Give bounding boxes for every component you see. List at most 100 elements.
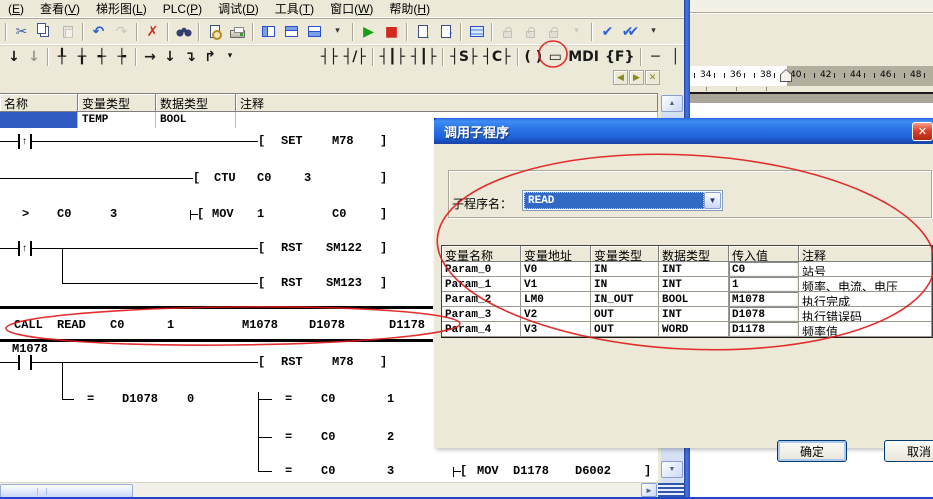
menu-item-0[interactable]: (E) bbox=[0, 1, 32, 17]
subroutine-name-combobox[interactable]: READ ▼ bbox=[522, 190, 723, 211]
param-value-cell[interactable]: M1078 bbox=[729, 292, 799, 307]
ok-button[interactable]: 确定 bbox=[777, 440, 847, 462]
param-value-cell[interactable]: D1178 bbox=[729, 322, 799, 337]
insert-col-left-button[interactable]: ┽ bbox=[92, 47, 112, 66]
ladder-text: C0 bbox=[110, 318, 124, 332]
mdi-close-button[interactable]: ✕ bbox=[645, 70, 660, 85]
ruler-tick bbox=[874, 73, 875, 78]
move-down-outline-button[interactable]: ↓ bbox=[24, 47, 44, 66]
wire-down-button[interactable]: ↓ bbox=[160, 47, 180, 66]
delete-button[interactable]: ✗ bbox=[141, 21, 164, 43]
contact-nc-button[interactable]: ┤/├ bbox=[341, 47, 369, 66]
horizontal-scrollbar[interactable] bbox=[0, 482, 658, 498]
scroll-down-button[interactable]: ▼ bbox=[661, 461, 683, 478]
param-table-cell: IN bbox=[591, 262, 659, 277]
mdi-next-button[interactable]: ▶ bbox=[629, 70, 644, 85]
param-value-cell[interactable]: C0 bbox=[729, 262, 799, 277]
window-more-button[interactable]: ▾ bbox=[326, 21, 349, 43]
ruler-tick bbox=[694, 73, 695, 78]
vline-button[interactable]: │ bbox=[665, 47, 685, 66]
wire-corner-button[interactable]: ↴ bbox=[180, 47, 200, 66]
menu-item-4[interactable]: 调试(D) bbox=[210, 0, 267, 18]
var-grid-header-3: 注释 bbox=[236, 94, 658, 112]
var-grid-cell[interactable]: BOOL bbox=[156, 112, 236, 129]
ladder-text: C0 bbox=[321, 392, 335, 406]
insert-row-below-button[interactable]: ╁ bbox=[72, 47, 92, 66]
contact-no-button[interactable]: ┤├ bbox=[318, 47, 341, 66]
instruction-box-button[interactable]: ▭ bbox=[545, 47, 565, 66]
contact-no-icon: ┤├ bbox=[321, 50, 338, 64]
next-icon: ▶ bbox=[633, 72, 640, 83]
toolbar-separator bbox=[640, 48, 642, 66]
download-button[interactable] bbox=[411, 21, 434, 43]
cancel-button[interactable]: 取消 bbox=[884, 440, 933, 462]
monitor-button[interactable] bbox=[465, 21, 488, 43]
move-down-button[interactable]: ↓ bbox=[4, 47, 24, 66]
wire-right-button[interactable]: → bbox=[140, 47, 160, 66]
copy-button[interactable] bbox=[33, 21, 56, 43]
ladder-text: ] bbox=[380, 171, 387, 185]
insert-col-right-button[interactable]: ┾ bbox=[112, 47, 132, 66]
print-preview-button[interactable] bbox=[203, 21, 226, 43]
param-value-cell[interactable]: 1 bbox=[729, 277, 799, 292]
scroll-right-button[interactable]: ► bbox=[641, 483, 657, 497]
scroll-up-button[interactable]: ▲ bbox=[661, 95, 683, 112]
ladder-text: D1078 bbox=[309, 318, 345, 332]
dialog-close-button[interactable]: ✕ bbox=[912, 122, 933, 141]
mdi-prev-button[interactable]: ◀ bbox=[613, 70, 628, 85]
var-grid-cell[interactable]: TEMP bbox=[78, 112, 156, 129]
verify-button[interactable]: ✔ bbox=[596, 21, 619, 43]
contact-pos-edge-button[interactable]: ┤┃├ bbox=[377, 47, 408, 66]
stop-button[interactable]: ■ bbox=[380, 21, 403, 43]
menu-item-5[interactable]: 工具(T) bbox=[267, 0, 322, 18]
ladder-text: [ bbox=[258, 355, 265, 369]
wire-more-button[interactable]: ▾ bbox=[220, 47, 240, 66]
menu-item-1[interactable]: 查看(V) bbox=[32, 0, 88, 18]
ladder-text: 1 bbox=[387, 392, 394, 406]
verify-more-button[interactable]: ▾ bbox=[642, 21, 665, 43]
hline-button[interactable]: ─ bbox=[645, 47, 665, 66]
set-coil-button[interactable]: ┤S├ bbox=[447, 47, 480, 66]
menu-item-7[interactable]: 帮助(H) bbox=[381, 0, 438, 18]
ruler-subtick bbox=[736, 87, 737, 91]
window-vars-button[interactable] bbox=[257, 21, 280, 43]
param-value-cell[interactable]: D1078 bbox=[729, 307, 799, 322]
clear-coil-button[interactable]: ┤C├ bbox=[480, 47, 513, 66]
splitter-grip[interactable] bbox=[658, 483, 684, 497]
insert-row-above-button[interactable]: ╀ bbox=[52, 47, 72, 66]
wire-up-button[interactable]: ↱ bbox=[200, 47, 220, 66]
ruler-tick bbox=[714, 73, 715, 78]
ladder-wire bbox=[62, 362, 63, 399]
function-f-button[interactable]: {F} bbox=[602, 47, 638, 66]
menu-item-2[interactable]: 梯形图(L) bbox=[88, 0, 155, 18]
menu-item-3[interactable]: PLC(P) bbox=[155, 1, 210, 17]
contact-bar bbox=[18, 241, 20, 256]
wire-corner-icon: ↴ bbox=[184, 50, 196, 64]
ruler-tick bbox=[924, 73, 925, 78]
scrollbar-thumb[interactable] bbox=[0, 484, 133, 498]
ruler-label: 34 bbox=[700, 70, 711, 80]
wire-up-icon: ↱ bbox=[204, 50, 216, 64]
menu-item-6[interactable]: 窗口(W) bbox=[322, 0, 381, 18]
coil-button[interactable]: ( ) bbox=[522, 47, 546, 66]
verify-all-button[interactable]: ✔✔ bbox=[619, 21, 642, 43]
window-output-button[interactable] bbox=[303, 21, 326, 43]
ruler-tick bbox=[894, 73, 895, 78]
function-f-icon: {F} bbox=[605, 50, 635, 64]
ladder-text: ] bbox=[380, 241, 387, 255]
combobox-dropdown-button[interactable]: ▼ bbox=[704, 192, 721, 209]
contact-neg-edge-button[interactable]: ┤┃├ bbox=[408, 47, 439, 66]
mdi-button[interactable]: MDI bbox=[565, 47, 602, 66]
var-grid-selected-cell[interactable] bbox=[0, 112, 78, 129]
run-button[interactable]: ▶ bbox=[357, 21, 380, 43]
window-split-button[interactable] bbox=[280, 21, 303, 43]
cut-button[interactable]: ✂ bbox=[10, 21, 33, 43]
undo-button[interactable]: ↶ bbox=[87, 21, 110, 43]
ladder-wire bbox=[190, 210, 191, 220]
ladder-text: 3 bbox=[387, 464, 394, 478]
print-button[interactable] bbox=[226, 21, 249, 43]
vline-icon: │ bbox=[671, 50, 679, 64]
upload-button[interactable] bbox=[434, 21, 457, 43]
dialog-titlebar[interactable]: 调用子程序 bbox=[434, 118, 933, 144]
find-button[interactable] bbox=[172, 21, 195, 43]
